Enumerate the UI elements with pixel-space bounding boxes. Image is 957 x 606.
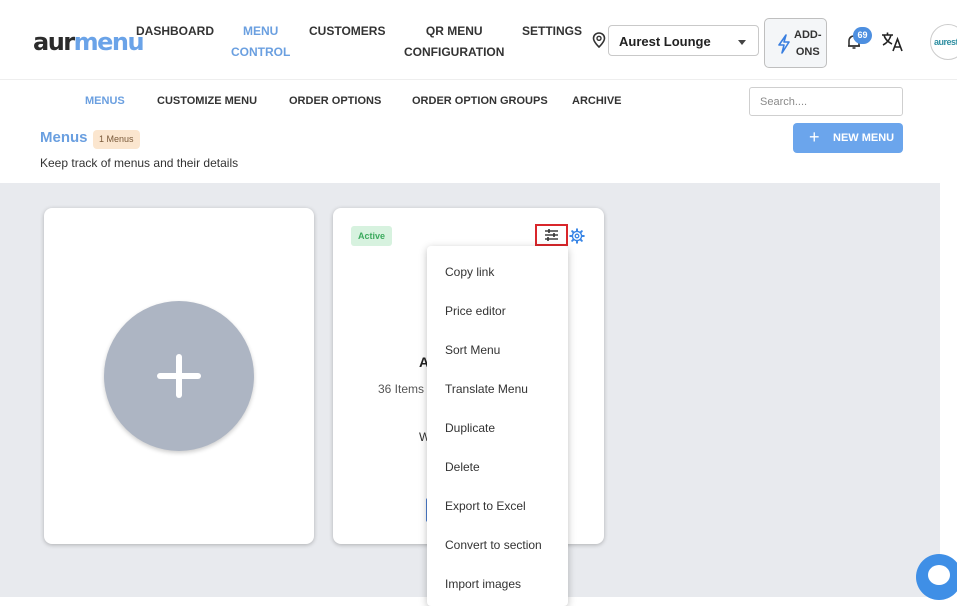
top-bar: aurmenu DASHBOARD MENU CONTROL CUSTOMERS…	[0, 0, 957, 80]
gear-icon[interactable]	[569, 228, 585, 244]
nav-qr-menu-configuration[interactable]: QR MENU CONFIGURATION	[404, 21, 504, 63]
menu-item-translate-menu[interactable]: Translate Menu	[445, 382, 528, 396]
menu-item-export-to-excel[interactable]: Export to Excel	[445, 499, 526, 513]
chat-bubble-icon	[928, 565, 950, 585]
search-input[interactable]	[749, 87, 903, 116]
logo-part-aur: aur	[33, 28, 75, 56]
lightning-bolt-icon	[778, 34, 790, 54]
menus-count-badge: 1 Menus	[93, 130, 140, 149]
menu-item-sort-menu[interactable]: Sort Menu	[445, 343, 500, 357]
menu-options-button[interactable]	[535, 224, 568, 246]
translate-icon[interactable]	[881, 31, 905, 53]
location-select[interactable]: Aurest Lounge	[608, 25, 759, 56]
nav-settings[interactable]: SETTINGS	[522, 21, 582, 42]
avatar-text: aurest	[934, 37, 957, 47]
menu-item-convert-to-section[interactable]: Convert to section	[445, 538, 542, 552]
add-ons-button[interactable]: ADD- ONS	[764, 18, 827, 68]
new-menu-button[interactable]: + NEW MENU	[793, 123, 903, 153]
add-ons-label: ADD- ONS	[794, 27, 822, 61]
status-badge: Active	[351, 226, 393, 246]
location-select-value: Aurest Lounge	[619, 34, 711, 49]
nav-qr-menu-line2: CONFIGURATION	[404, 45, 505, 59]
menu-options-dropdown: Copy link Price editor Sort Menu Transla…	[427, 246, 568, 606]
add-menu-circle[interactable]	[104, 301, 254, 451]
nav-dashboard[interactable]: DASHBOARD	[136, 21, 214, 42]
add-ons-label-line2: ONS	[795, 46, 820, 58]
menu-item-copy-link[interactable]: Copy link	[445, 265, 494, 279]
scrollbar-track[interactable]	[940, 183, 957, 597]
nav-customers[interactable]: CUSTOMERS	[309, 21, 385, 42]
tab-customize-menu[interactable]: CUSTOMIZE MENU	[157, 95, 257, 107]
nav-menu-control-line1: MENU	[242, 24, 279, 38]
chat-widget-button[interactable]	[916, 554, 957, 600]
nav-menu-control[interactable]: MENU CONTROL	[231, 21, 290, 63]
location-pin-icon	[592, 32, 606, 48]
avatar[interactable]: aurest	[930, 24, 957, 60]
tune-sliders-icon	[545, 229, 558, 241]
add-menu-card[interactable]	[44, 208, 314, 544]
menu-item-duplicate[interactable]: Duplicate	[445, 421, 495, 435]
menu-card-item-count: 36 Items	[378, 382, 425, 396]
notification-count-badge: 69	[853, 27, 872, 44]
menu-item-import-images[interactable]: Import images	[445, 577, 521, 591]
plus-icon-vertical	[176, 354, 182, 398]
nav-menu-control-line2: CONTROL	[231, 45, 291, 59]
new-menu-label: NEW MENU	[833, 132, 895, 144]
aurmenu-logo[interactable]: aurmenu	[33, 28, 145, 56]
tab-order-options[interactable]: ORDER OPTIONS	[289, 95, 381, 107]
menu-item-price-editor[interactable]: Price editor	[445, 304, 506, 318]
plus-icon: +	[809, 127, 820, 147]
logo-part-menu: menu	[73, 28, 145, 56]
tab-menus[interactable]: MENUS	[85, 95, 125, 107]
add-ons-label-line1: ADD-	[794, 29, 822, 41]
page-title: Menus	[40, 129, 88, 146]
tab-order-option-groups[interactable]: ORDER OPTION GROUPS	[412, 95, 548, 107]
menu-item-delete[interactable]: Delete	[445, 460, 480, 474]
page-description: Keep track of menus and their details	[40, 156, 239, 170]
nav-qr-menu-line1: QR MENU	[425, 24, 483, 38]
chevron-down-icon	[738, 40, 746, 45]
tab-archive[interactable]: ARCHIVE	[572, 95, 622, 107]
